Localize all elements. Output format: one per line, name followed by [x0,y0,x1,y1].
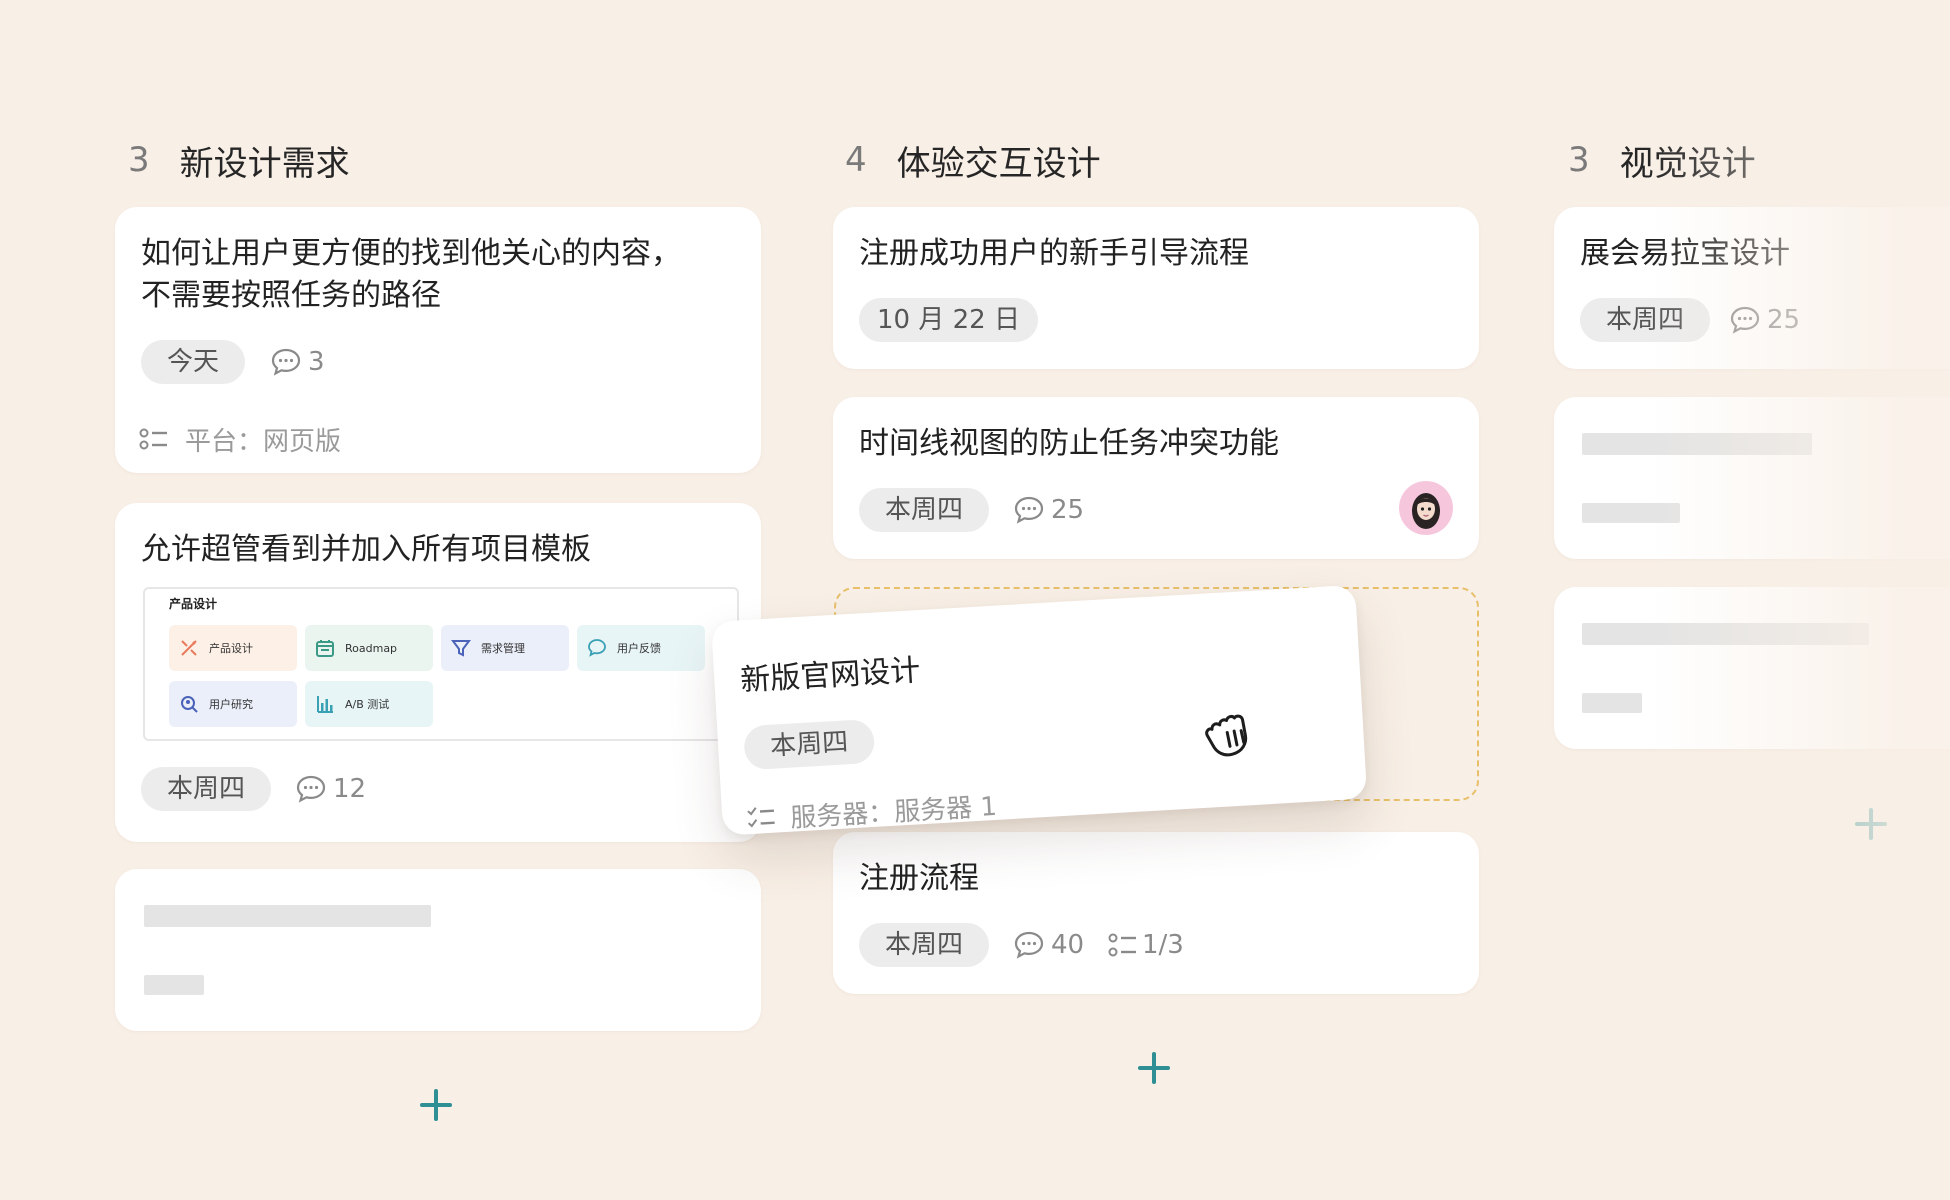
task-card[interactable]: 允许超管看到并加入所有项目模板 产品设计 产品设计 Roadmap 需求管理 用… [115,503,761,842]
comment-count-value: 40 [1051,930,1085,960]
placeholder-card [1554,587,1950,749]
comment-count[interactable]: 25 [1729,298,1800,342]
task-card[interactable]: 时间线视图的防止任务冲突功能 本周四 25 [833,397,1479,559]
column-title: 视觉设计 [1619,143,1756,184]
template-tile-label: 产品设计 [209,642,253,655]
skeleton-line [1582,433,1812,455]
custom-field-text: 服务器：服务器 1 [789,791,998,834]
add-card-button[interactable] [1134,1048,1174,1088]
card-title: 注册成功用户的新手引导流程 [859,236,1249,271]
comment-icon [271,348,301,376]
card-title: 如何让用户更方便的找到他关心的内容， 不需要按照任务的路径 [141,233,735,317]
template-preview-title: 产品设计 [169,597,218,611]
user-research-icon [181,696,198,713]
funnel-icon [451,640,471,657]
checklist-icon [747,807,775,828]
comment-count[interactable]: 40 [1013,923,1084,967]
bar-chart-icon [317,696,333,713]
placeholder-card [115,869,761,1031]
due-date-chip[interactable]: 本周四 [743,718,876,771]
skeleton-line [1582,503,1680,523]
comment-icon [1014,496,1044,524]
comment-icon [1014,931,1044,959]
chat-bubble-icon [588,639,606,657]
column-count: 3 [1568,140,1590,180]
design-tools-icon [181,640,197,656]
comment-icon [1730,306,1760,334]
task-card[interactable]: 如何让用户更方便的找到他关心的内容， 不需要按照任务的路径 今天 3 平台：网页… [115,207,761,473]
column-header-visual-design: 3 视觉设计 [1568,136,1756,184]
template-tile: A/B 测试 [305,681,433,727]
task-card[interactable]: 注册成功用户的新手引导流程 10 月 22 日 [833,207,1479,369]
custom-field: 平台：网页版 [139,417,341,461]
comment-count-value: 3 [308,347,325,377]
card-title-line: 如何让用户更方便的找到他关心的内容， [141,236,681,271]
template-tile: 用户反馈 [577,625,705,671]
due-date-chip[interactable]: 本周四 [1580,298,1711,342]
due-date-chip[interactable]: 本周四 [859,488,990,532]
custom-field-text: 平台：网页版 [185,426,342,457]
column-header-interaction-design: 4 体验交互设计 [845,136,1101,184]
comment-count-value: 25 [1767,305,1801,335]
grab-hand-cursor-icon [1205,714,1248,757]
template-tile-label: A/B 测试 [345,698,390,711]
comment-count-value: 12 [333,774,367,804]
template-tile-label: 用户反馈 [617,642,661,655]
template-tile-label: Roadmap [345,641,398,655]
comment-count[interactable]: 25 [1013,488,1084,532]
comment-count-value: 25 [1051,495,1085,525]
subtask-icon [1108,933,1136,957]
subtask-progress[interactable]: 1/3 [1108,923,1184,967]
calendar-icon [316,640,334,657]
skeleton-line [1582,693,1642,713]
due-date-chip[interactable]: 今天 [141,340,246,384]
card-title: 注册流程 [859,861,979,896]
dragging-task-card[interactable]: 新版官网设计 本周四 服务器：服务器 1 [711,584,1368,836]
comment-icon [296,775,326,803]
comment-count[interactable]: 3 [270,340,325,384]
card-title: 时间线视图的防止任务冲突功能 [859,426,1279,461]
card-title: 允许超管看到并加入所有项目模板 [141,532,591,567]
column-count: 3 [128,140,150,180]
template-tile: 产品设计 [169,625,297,671]
avatar-portrait-icon [1412,493,1440,529]
template-tile: 用户研究 [169,681,297,727]
skeleton-line [144,975,204,995]
comment-count[interactable]: 12 [295,767,366,811]
column-title: 体验交互设计 [896,143,1101,184]
list-icon [139,428,167,450]
skeleton-line [144,905,431,927]
due-date-chip[interactable]: 本周四 [859,923,990,967]
add-card-button[interactable] [1851,804,1891,844]
template-tile: Roadmap [305,625,433,671]
card-title-line: 不需要按照任务的路径 [141,278,441,313]
column-header-new-requirements: 3 新设计需求 [128,136,350,184]
add-card-button[interactable] [416,1085,456,1125]
avatar[interactable] [1399,481,1453,535]
column-title: 新设计需求 [179,143,350,184]
due-date-chip[interactable]: 10 月 22 日 [859,298,1038,342]
template-tile: 需求管理 [441,625,569,671]
task-card[interactable]: 注册流程 本周四 40 1/3 [833,832,1479,994]
template-preview-image: 产品设计 产品设计 Roadmap 需求管理 用户反馈 用户研究 A/B 测试 [143,587,739,741]
due-date-chip[interactable]: 本周四 [141,767,272,811]
template-tile-label: 需求管理 [481,642,525,655]
subtask-progress-value: 1/3 [1142,930,1184,960]
task-card[interactable]: 展会易拉宝设计 本周四 25 [1554,207,1950,369]
template-tile-label: 用户研究 [209,698,253,711]
column-count: 4 [845,140,867,180]
card-title: 新版官网设计 [739,653,922,699]
card-title: 展会易拉宝设计 [1580,236,1790,271]
placeholder-card [1554,397,1950,559]
skeleton-line [1582,623,1869,645]
